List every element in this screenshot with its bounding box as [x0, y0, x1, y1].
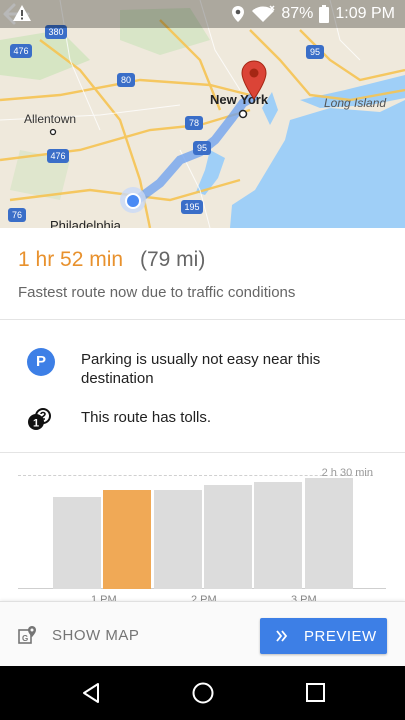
map-marker-icon: G — [18, 626, 36, 644]
chart-max-line — [18, 475, 373, 476]
location-icon — [232, 6, 245, 22]
svg-text:195: 195 — [184, 202, 199, 212]
back-triangle-icon[interactable] — [80, 681, 102, 705]
route-summary: 1 hr 52 min (79 mi) Fastest route now du… — [0, 228, 405, 320]
svg-text:95: 95 — [197, 143, 207, 153]
parking-icon: P — [27, 348, 55, 376]
traffic-bar[interactable] — [304, 478, 353, 589]
wifi-icon — [252, 5, 275, 22]
status-time: 1:09 PM — [335, 5, 395, 22]
shield-i476-top: 476 — [10, 44, 32, 58]
preview-label: PREVIEW — [304, 627, 377, 645]
show-map-button[interactable]: G SHOW MAP — [18, 620, 139, 650]
svg-text:476: 476 — [13, 46, 28, 56]
map-label-philadelphia: Philadelphia — [50, 218, 121, 228]
svg-text:1: 1 — [33, 418, 39, 430]
status-right-group: 87% 1:09 PM — [231, 4, 395, 24]
shield-i76: 76 — [8, 208, 26, 222]
traffic-bar-selected[interactable] — [103, 490, 152, 589]
svg-text:380: 380 — [48, 27, 63, 37]
battery-percent: 87% — [281, 5, 314, 22]
show-map-label: SHOW MAP — [52, 626, 140, 644]
svg-text:76: 76 — [12, 210, 22, 220]
preview-button[interactable]: PREVIEW — [260, 618, 387, 654]
svg-text:78: 78 — [189, 118, 199, 128]
double-chevron-right-icon — [276, 630, 288, 642]
map-label-allentown: Allentown — [24, 112, 77, 126]
traffic-bar[interactable] — [254, 482, 303, 589]
shield-i476: 476 — [47, 149, 69, 163]
home-circle-icon[interactable] — [191, 681, 215, 705]
route-distance: (79 mi) — [140, 248, 206, 271]
shield-i95-top: 95 — [306, 45, 324, 59]
shield-i95-mid: 95 — [193, 141, 211, 155]
traffic-bar[interactable] — [203, 485, 252, 589]
status-bar: 87% 1:09 PM — [0, 0, 405, 28]
traffic-bar[interactable] — [153, 490, 202, 589]
battery-icon — [319, 5, 330, 23]
route-map[interactable]: 476 380 80 78 95 95 476 76 195 New York … — [0, 0, 405, 228]
warning-icon — [13, 5, 31, 21]
svg-text:G: G — [22, 634, 28, 643]
tolls-notice-text: This route has tolls. — [81, 409, 212, 426]
parking-notice: P Parking is usually not easy near this … — [0, 348, 405, 392]
directions-screen: 476 380 80 78 95 95 476 76 195 New York … — [0, 0, 405, 720]
map-label-long-island: Long Island — [324, 96, 387, 110]
shield-i78: 78 — [185, 116, 203, 130]
traffic-bar[interactable] — [53, 497, 101, 589]
svg-text:95: 95 — [310, 47, 320, 57]
traffic-chart[interactable]: 2 h 30 min 1 PM 2 PM 3 PM — [0, 454, 405, 606]
recents-square-icon[interactable] — [305, 682, 327, 704]
shield-i80: 80 — [117, 73, 135, 87]
svg-text:80: 80 — [121, 75, 131, 85]
route-description: Fastest route now due to traffic conditi… — [18, 284, 296, 301]
bottom-action-bar: G SHOW MAP PREVIEW — [0, 601, 405, 666]
shield-i195: 195 — [181, 200, 203, 214]
toll-coins-icon: 1 — [28, 408, 51, 430]
system-navigation-bar — [0, 666, 405, 720]
svg-text:476: 476 — [50, 151, 65, 161]
route-duration: 1 hr 52 min — [18, 248, 124, 271]
route-notices: P Parking is usually not easy near this … — [0, 321, 405, 453]
destination-pin-icon[interactable] — [241, 60, 267, 100]
parking-notice-text: Parking is usually not easy near this de… — [81, 351, 321, 387]
tolls-notice: 1 This route has tolls. — [0, 405, 405, 435]
